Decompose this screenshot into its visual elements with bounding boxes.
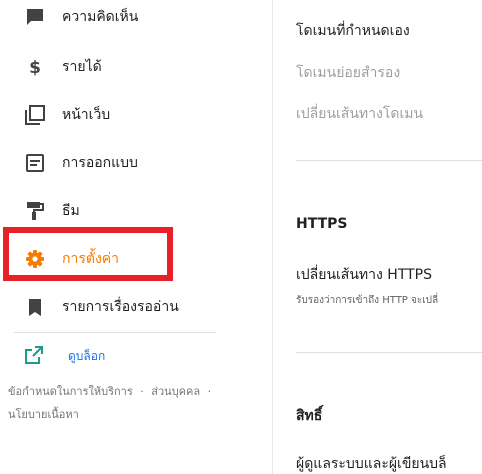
footer-separator: · [207,385,212,398]
footer-separator: · [140,385,144,398]
sidebar-item-comments[interactable]: ความคิดเห็น [0,0,240,37]
footer-links: ข้อกำหนดในการให้บริการ · ส่วนบุคคล · นโย… [8,380,263,426]
sidebar-divider [14,332,216,333]
sidebar-item-label: รายการเรื่องรออ่าน [62,299,179,315]
settings-panel: โดเมนที่กำหนดเอง โดเมนย่อยสำรอง เปลี่ยนเ… [296,0,482,474]
view-blog-label: ดูบล็อก [68,349,106,363]
domain-redirect[interactable]: เปลี่ยนเส้นทางโดเมน [296,103,423,125]
highlight-box [3,227,173,281]
vertical-divider [272,0,273,474]
https-redirect-description: รับรองว่าการเข้าถึง HTTP จะเปลี่ [296,295,439,306]
sidebar-item-earnings[interactable]: $ รายได้ [0,47,240,87]
sidebar-item-layout[interactable]: การออกแบบ [0,143,240,183]
https-section-title: HTTPS [296,216,348,232]
custom-domain-title[interactable]: โดเมนที่กำหนดเอง [296,20,410,42]
blog-admins-title[interactable]: ผู้ดูแลระบบและผู้เขียนบล็ [296,453,447,474]
svg-text:$: $ [29,58,41,77]
https-redirect-title[interactable]: เปลี่ยนเส้นทาง HTTPS [296,264,432,286]
sidebar: ความคิดเห็น $ รายได้ หน้าเว็บ การออกแบบ [0,0,272,474]
sidebar-item-reading-list[interactable]: รายการเรื่องรออ่าน [0,287,240,327]
content-policy-link[interactable]: นโยบายเนื้อหา [8,408,79,421]
sidebar-item-label: ธีม [62,203,80,219]
sidebar-item-label: รายได้ [62,59,102,75]
bookmark-icon [24,296,46,318]
dollar-icon: $ [24,56,46,78]
pages-icon [24,104,46,126]
paint-roller-icon [24,200,46,222]
layout-icon [24,152,46,174]
sidebar-item-theme[interactable]: ธีม [0,191,240,231]
sidebar-item-label: การออกแบบ [62,155,138,171]
sidebar-item-label: หน้าเว็บ [62,107,111,123]
terms-link[interactable]: ข้อกำหนดในการให้บริการ [8,385,133,398]
privacy-link[interactable]: ส่วนบุคคล [151,385,200,398]
open-in-new-icon [24,345,44,365]
section-divider [296,352,482,353]
permissions-section-title: สิทธิ์ [296,408,323,424]
section-divider [296,160,482,161]
sidebar-item-pages[interactable]: หน้าเว็บ [0,95,240,135]
backup-subdomain[interactable]: โดเมนย่อยสำรอง [296,62,400,84]
comment-icon [24,6,46,28]
sidebar-item-label: ความคิดเห็น [62,9,139,25]
